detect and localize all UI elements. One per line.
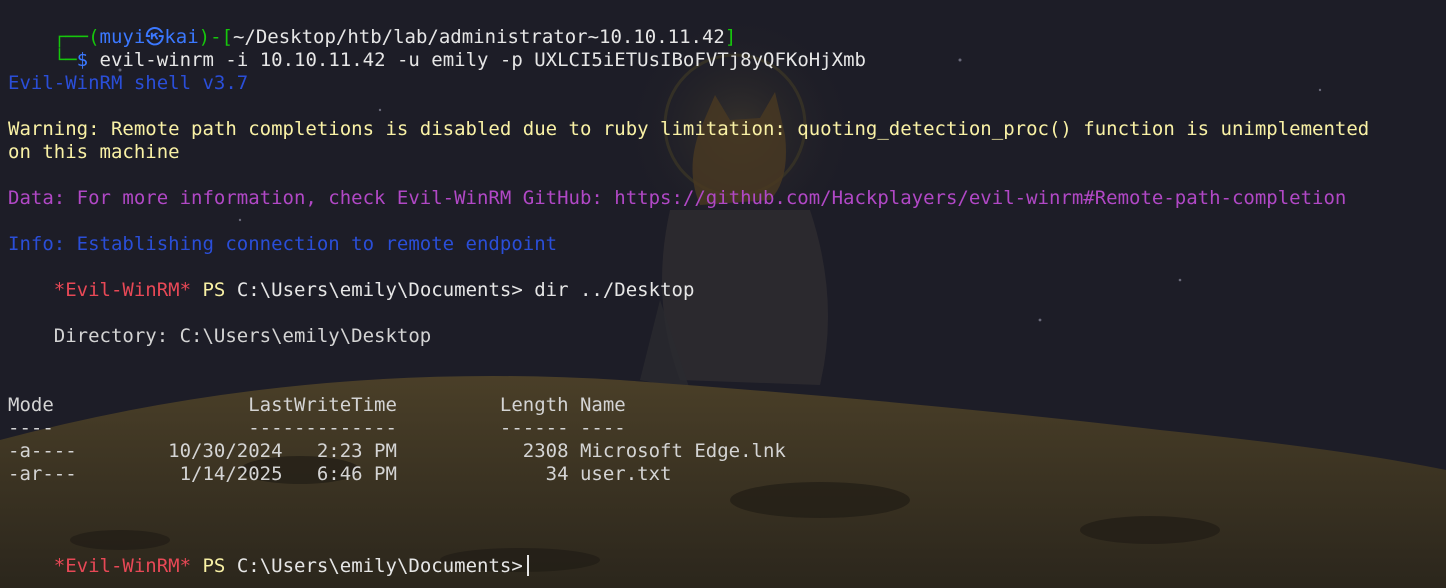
prompt-user: muyi bbox=[99, 26, 146, 48]
warning-line-continued: on this machine bbox=[8, 141, 180, 163]
prompt-dollar: $ bbox=[76, 49, 89, 71]
prompt-host: kai bbox=[164, 26, 199, 48]
evil-winrm-tag: *Evil-WinRM* bbox=[53, 555, 192, 577]
listing-row: -ar--- 1/14/2025 6:46 PM 34 user.txt bbox=[8, 463, 672, 485]
prompt-box-bottom: └─ bbox=[53, 49, 77, 71]
terminal-output[interactable]: ┌──(muyi㉿kai)-[~/Desktop/htb/lab/adminis… bbox=[8, 3, 1440, 577]
ps-path: C:\Users\emily\Documents> bbox=[236, 555, 523, 577]
ps-command: dir ../Desktop bbox=[522, 279, 695, 301]
shell-prompt-line: ┌──(muyi㉿kai)-[~/Desktop/htb/lab/adminis… bbox=[8, 3, 1440, 48]
skull-icon: ㉿ bbox=[145, 26, 165, 48]
prompt-separator: )-[ bbox=[198, 26, 233, 48]
command-text: evil-winrm -i 10.10.11.42 -u emily -p UX… bbox=[88, 49, 866, 71]
prompt-path: ~/Desktop/htb/lab/administrator~10.10.11… bbox=[232, 26, 725, 48]
ps-prompt-line: *Evil-WinRM* PS C:\Users\emily\Documents… bbox=[8, 256, 1440, 301]
ps-label: PS bbox=[191, 279, 237, 301]
listing-underline: ---- ------------- ------ ---- bbox=[8, 417, 626, 439]
shell-version: Evil-WinRM shell v3.7 bbox=[8, 72, 249, 94]
ps-label: PS bbox=[191, 555, 237, 577]
data-line: Data: For more information, check Evil-W… bbox=[8, 187, 1347, 209]
prompt-bracket-close: ] bbox=[724, 26, 737, 48]
listing-row: -a---- 10/30/2024 2:23 PM 2308 Microsoft… bbox=[8, 440, 786, 462]
text-cursor[interactable] bbox=[526, 555, 529, 576]
ps-path: C:\Users\emily\Documents> bbox=[236, 279, 523, 301]
directory-heading: Directory: C:\Users\emily\Desktop bbox=[8, 325, 432, 347]
prompt-box-top: ┌──( bbox=[53, 26, 100, 48]
ps-prompt-line-active[interactable]: *Evil-WinRM* PS C:\Users\emily\Documents… bbox=[8, 532, 1440, 577]
evil-winrm-tag: *Evil-WinRM* bbox=[53, 279, 192, 301]
info-line: Info: Establishing connection to remote … bbox=[8, 233, 558, 255]
listing-header: Mode LastWriteTime Length Name bbox=[8, 394, 626, 416]
warning-line: Warning: Remote path completions is disa… bbox=[8, 118, 1370, 140]
